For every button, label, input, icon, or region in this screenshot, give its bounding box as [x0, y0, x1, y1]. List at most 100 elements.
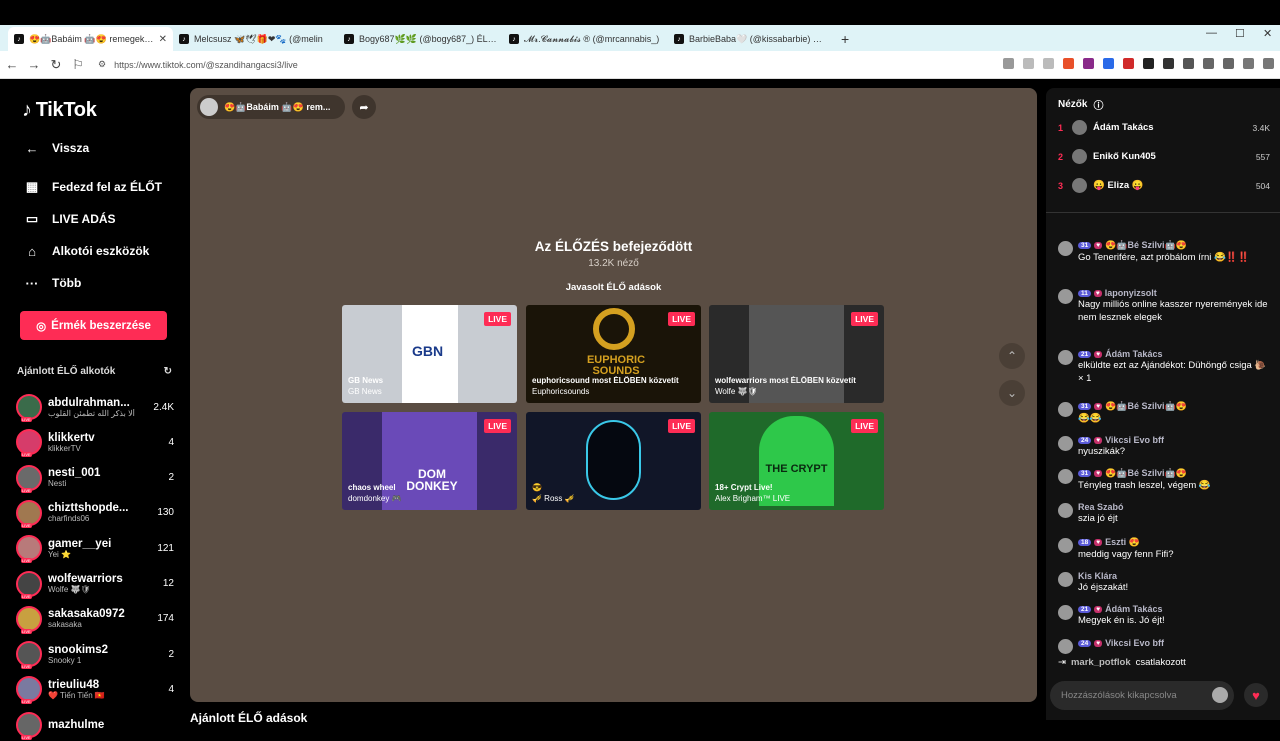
message-username[interactable]: Kis Klára: [1078, 571, 1117, 581]
message-username[interactable]: Vikcsi Evo bff: [1105, 638, 1164, 648]
vpn-icon[interactable]: [1243, 58, 1254, 69]
creator-list-item[interactable]: mazhulme: [16, 709, 174, 741]
viewer-count: 130: [157, 507, 174, 519]
puzzle-icon[interactable]: [1183, 58, 1194, 69]
creator-list-item[interactable]: wolfewarriors Wolfe 🐺🛡 12: [16, 568, 174, 600]
translate-icon[interactable]: [1003, 58, 1014, 69]
wallet-icon[interactable]: [1223, 58, 1234, 69]
refresh-icon[interactable]: ↻: [164, 366, 172, 377]
extension-icon[interactable]: [1143, 58, 1154, 69]
like-button[interactable]: ♥: [1244, 683, 1268, 707]
sidebar-item-go-live[interactable]: ▭ LIVE ADÁS: [24, 211, 116, 227]
avatar[interactable]: [1058, 289, 1073, 304]
message-username[interactable]: 😍🤖Bé Szilvi🤖😍: [1105, 240, 1187, 251]
message-username[interactable]: Eszti 😍: [1105, 537, 1140, 548]
extension-icon[interactable]: [1163, 58, 1174, 69]
avatar[interactable]: [1058, 350, 1073, 365]
avatar[interactable]: [1058, 572, 1073, 587]
tiktok-logo[interactable]: ♪ TikTok: [22, 99, 97, 122]
avatar[interactable]: [1058, 469, 1073, 484]
extension-icon[interactable]: [1103, 58, 1114, 69]
creator-subtitle: ألا بذكر الله تطمئن القلوب: [48, 408, 135, 418]
browser-tab[interactable]: ♪ Melcsusz 🦋🕊🎁❤🐾 (@melin: [173, 27, 338, 51]
live-card[interactable]: EUPHORIC SOUNDS LIVE euphoricsound most É…: [526, 305, 701, 403]
creator-list-item[interactable]: trieuliu48 ❤️ Tiến Tiến 🇻🇳 4: [16, 673, 174, 705]
top-viewer-row[interactable]: 3 😛 Eliza 😛 504: [1058, 178, 1270, 193]
brave-shield-icon[interactable]: [1063, 58, 1074, 69]
info-icon[interactable]: ⓘ: [1093, 97, 1103, 112]
top-viewer-row[interactable]: 2 Enikő Kun405 557: [1058, 149, 1270, 164]
creator-subtitle: Nesti: [48, 479, 67, 489]
live-card[interactable]: GBN LIVE GB News GB News: [342, 305, 517, 403]
live-card[interactable]: LIVE 😎 🎺 Ross 🎺: [526, 412, 701, 510]
message-username[interactable]: Rea Szabó: [1078, 502, 1124, 512]
host-info-pill[interactable]: 😍🤖Babáim 🤖😍 rem...: [197, 95, 345, 119]
creator-name: klikkertv: [48, 431, 95, 444]
maximize-icon[interactable]: ☐: [1235, 27, 1245, 40]
live-card[interactable]: DOM DONKEY LIVE chaos wheel domdonkey 🎮: [342, 412, 517, 510]
live-card[interactable]: THE CRYPT LIVE 18+ Crypt Live! Alex Brigh…: [709, 412, 884, 510]
emoji-icon[interactable]: [1212, 687, 1228, 703]
message-username[interactable]: laponyizsolt: [1105, 288, 1157, 298]
browser-tab[interactable]: ♪ 𝓜𝓻.𝓒𝓪𝓷𝓷𝓪𝓫𝓲𝓼 ® (@mrcannabis_): [503, 27, 668, 51]
creator-list-item[interactable]: abdulrahman... ألا بذكر الله تطمئن القلو…: [16, 391, 174, 423]
extension-icon[interactable]: [1123, 58, 1134, 69]
avatar[interactable]: [1058, 241, 1073, 256]
creator-list-item[interactable]: klikkertv klikkerTV 4: [16, 426, 174, 458]
avatar[interactable]: [1058, 538, 1073, 553]
heart-icon: ♥: [1252, 687, 1260, 703]
close-tab-icon[interactable]: ✕: [159, 34, 167, 45]
message-username[interactable]: Ádám Takács: [1105, 349, 1162, 359]
creator-list-item[interactable]: snookims2 Snooky 1 2: [16, 638, 174, 670]
scroll-up-button[interactable]: ⌃: [999, 343, 1025, 369]
avatar[interactable]: [1058, 503, 1073, 518]
share-page-icon[interactable]: [1043, 58, 1054, 69]
creator-info: wolfewarriors Wolfe 🐺🛡: [48, 573, 159, 594]
message-username[interactable]: Ádám Takács: [1105, 604, 1162, 614]
live-card[interactable]: LIVE wolfewarriors most ÉLŐBEN közvetít …: [709, 305, 884, 403]
viewer-count: 2.4K: [153, 401, 174, 413]
top-viewer-row[interactable]: 1 Ádám Takács 3.4K: [1058, 120, 1270, 135]
message-username[interactable]: Vikcsi Evo bff: [1105, 435, 1164, 445]
url-field[interactable]: ⚙ https://www.tiktok.com/@szandihangacsi3…: [98, 59, 298, 70]
minimize-icon[interactable]: —: [1206, 27, 1217, 39]
message-text: Megyek én is. Jó éjt!: [1078, 615, 1165, 626]
avatar[interactable]: [1058, 436, 1073, 451]
avatar[interactable]: [1058, 402, 1073, 417]
forward-arrow-icon[interactable]: →: [24, 57, 44, 72]
creator-list-item[interactable]: sakasaka0972 sakasaka 174: [16, 603, 174, 635]
creator-list-item[interactable]: chizttshopde... charfinds06 130: [16, 497, 174, 529]
browser-tab[interactable]: ♪ 😍🤖Babáim 🤖😍 remegek 😍 ✕: [8, 27, 173, 51]
message-username[interactable]: 😍🤖Bé Szilvi🤖😍: [1105, 401, 1187, 412]
message-user-line: 24 ♥ Vikcsi Evo bff: [1078, 638, 1270, 648]
sidebar-item-creator-tools[interactable]: ⌂ Alkotói eszközök: [24, 243, 149, 259]
menu-icon[interactable]: [1263, 58, 1274, 69]
viewer-score: 504: [1255, 180, 1270, 191]
comment-input[interactable]: Hozzászólások kikapcsolva: [1050, 681, 1234, 710]
back-link[interactable]: ← Vissza: [24, 140, 90, 156]
sidebar-item-explore-live[interactable]: ▦ Fedezd fel az ÉLŐT: [24, 179, 162, 195]
reload-icon[interactable]: ↻: [46, 57, 66, 73]
message-username[interactable]: 😍🤖Bé Szilvi🤖😍: [1105, 468, 1187, 479]
chat-message: Rea Szabó szia jó éjt: [1058, 502, 1270, 525]
site-settings-icon[interactable]: ⚙: [98, 59, 106, 70]
get-coins-button[interactable]: ◎ Érmék beszerzése: [20, 311, 167, 340]
sidebar-icon[interactable]: [1203, 58, 1214, 69]
browser-tab[interactable]: ♪ Bogy687🌿🌿 (@bogy687_) ÉLŐ a: [338, 27, 503, 51]
sidebar-item-more[interactable]: ··· Több: [24, 275, 82, 291]
avatar[interactable]: [1058, 639, 1073, 654]
back-arrow-icon[interactable]: ←: [2, 57, 22, 72]
new-tab-button[interactable]: +: [833, 27, 857, 51]
avatar[interactable]: [1058, 605, 1073, 620]
level-badge: 31: [1078, 403, 1092, 410]
share-button[interactable]: ➦: [352, 95, 376, 119]
browser-tab[interactable]: ♪ BarbieBaba🤍 (@kissabarbie) ÉLŐ ad: [668, 27, 833, 51]
rewards-icon[interactable]: [1083, 58, 1094, 69]
zoom-icon[interactable]: [1023, 58, 1034, 69]
bookmark-icon[interactable]: ⚐: [68, 57, 88, 73]
close-window-icon[interactable]: ✕: [1263, 27, 1272, 40]
creator-list-item[interactable]: nesti_001 Nesti 2: [16, 462, 174, 494]
chat-panel: Nézők ⓘ 1 Ádám Takács 3.4K 2 Enikő Kun405 …: [1046, 88, 1280, 720]
scroll-down-button[interactable]: ⌄: [999, 380, 1025, 406]
creator-list-item[interactable]: gamer__yei Yei ⭐ 121: [16, 532, 174, 564]
